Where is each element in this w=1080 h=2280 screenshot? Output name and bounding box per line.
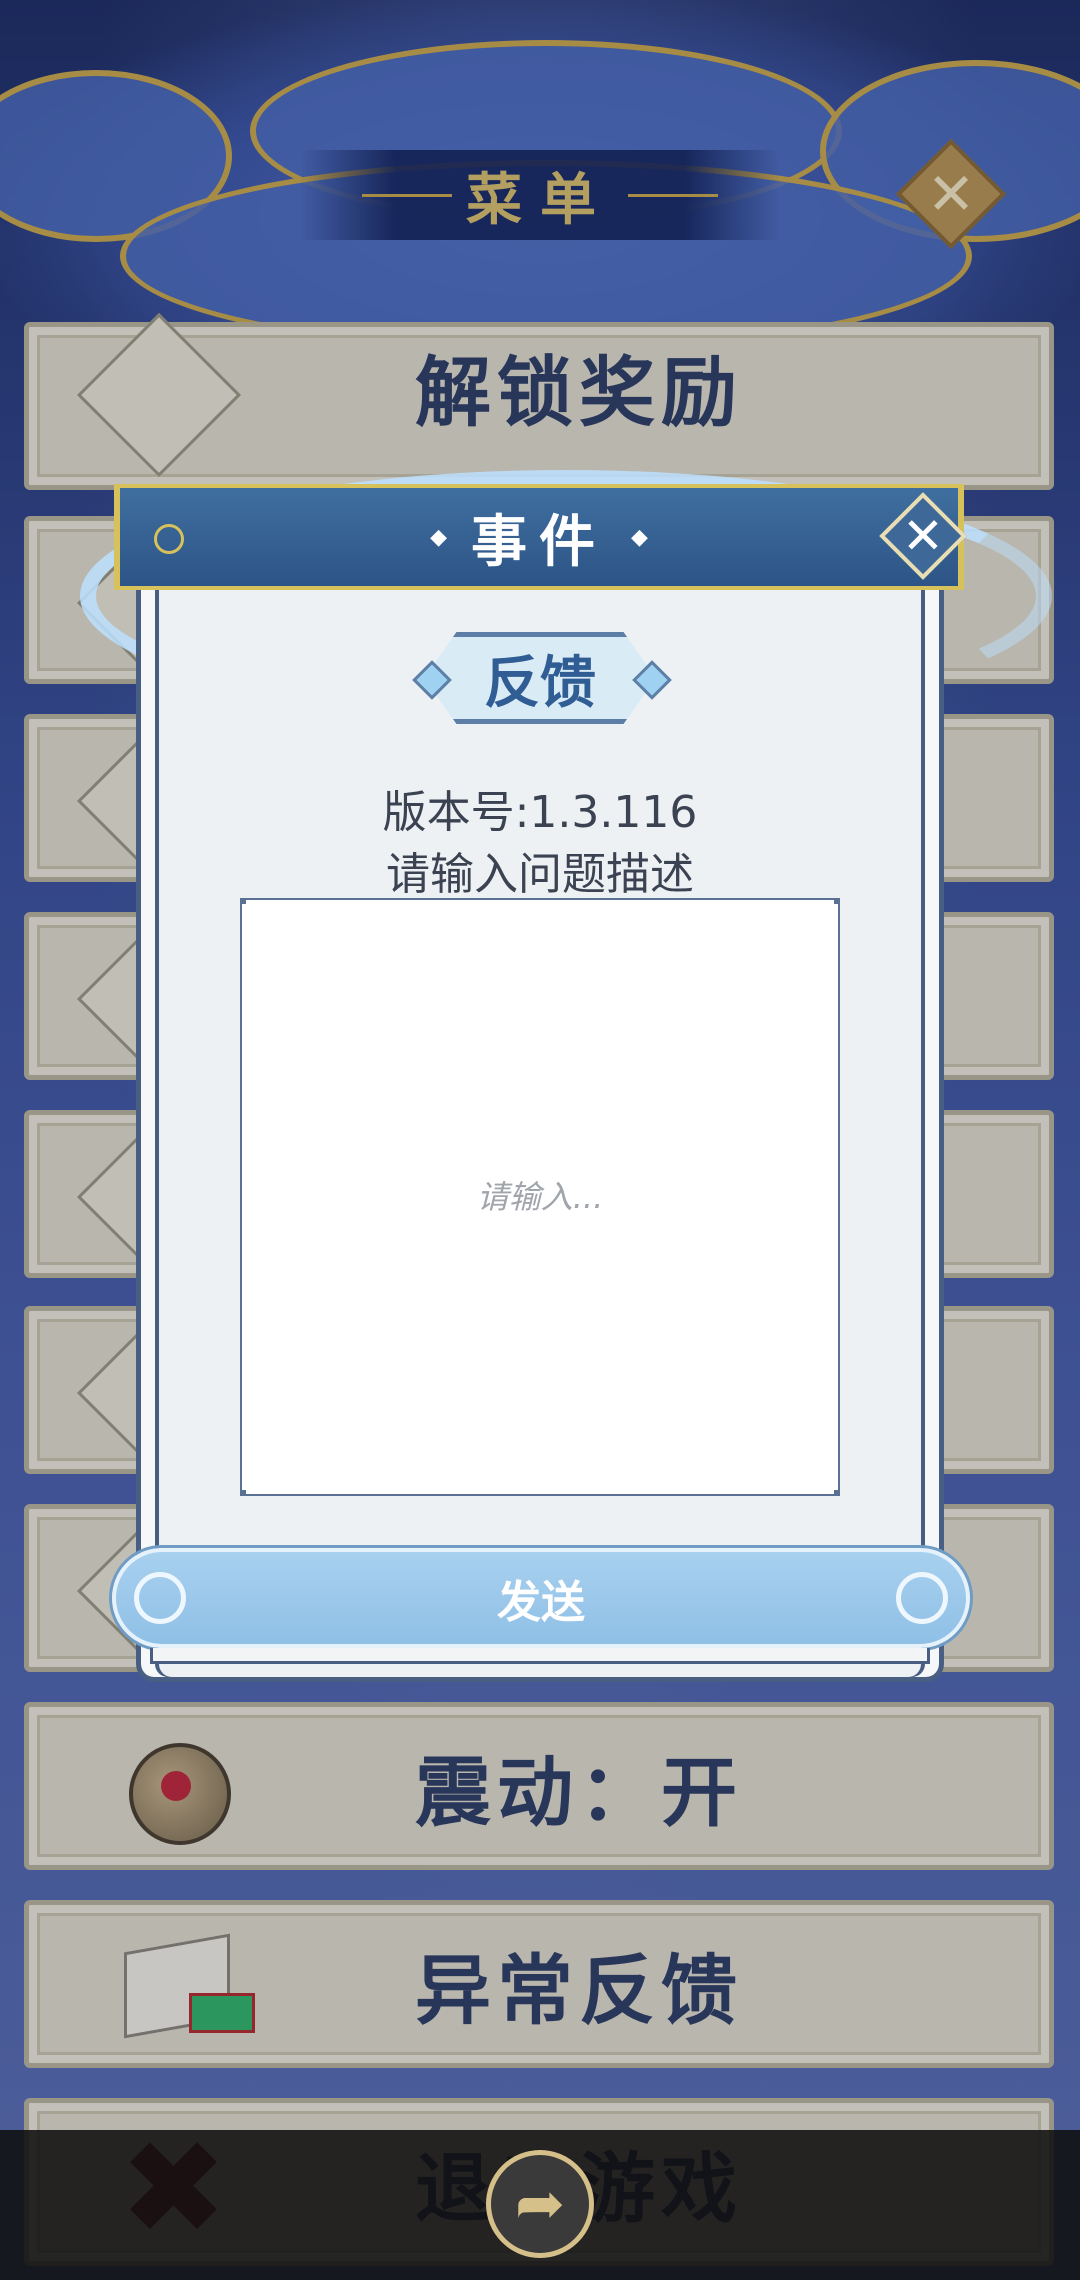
close-icon: ✕ <box>902 507 944 565</box>
section-badge: 反馈 <box>412 632 672 724</box>
dialog-footer-strip <box>150 1648 930 1664</box>
dialog-title: 事件 <box>471 509 607 575</box>
dialog-title-wrap: ◆ 事件 ◆ <box>114 488 964 586</box>
dialog-header: ◆ 事件 ◆ <box>114 484 964 590</box>
version-label: 版本号:1.3.116 <box>382 787 698 838</box>
send-button-label: 发送 <box>497 1577 585 1628</box>
feedback-input-box <box>240 898 840 1496</box>
section-title: 反馈 <box>484 650 596 716</box>
feedback-input[interactable] <box>242 900 838 1494</box>
diamond-icon: ◆ <box>631 524 648 550</box>
diamond-icon: ◆ <box>430 524 447 550</box>
share-icon: ➦ <box>514 2169 566 2239</box>
prompt-label: 请输入问题描述 <box>386 849 694 900</box>
share-button[interactable]: ➦ <box>486 2150 594 2258</box>
send-button[interactable]: 发送 <box>112 1548 970 1648</box>
